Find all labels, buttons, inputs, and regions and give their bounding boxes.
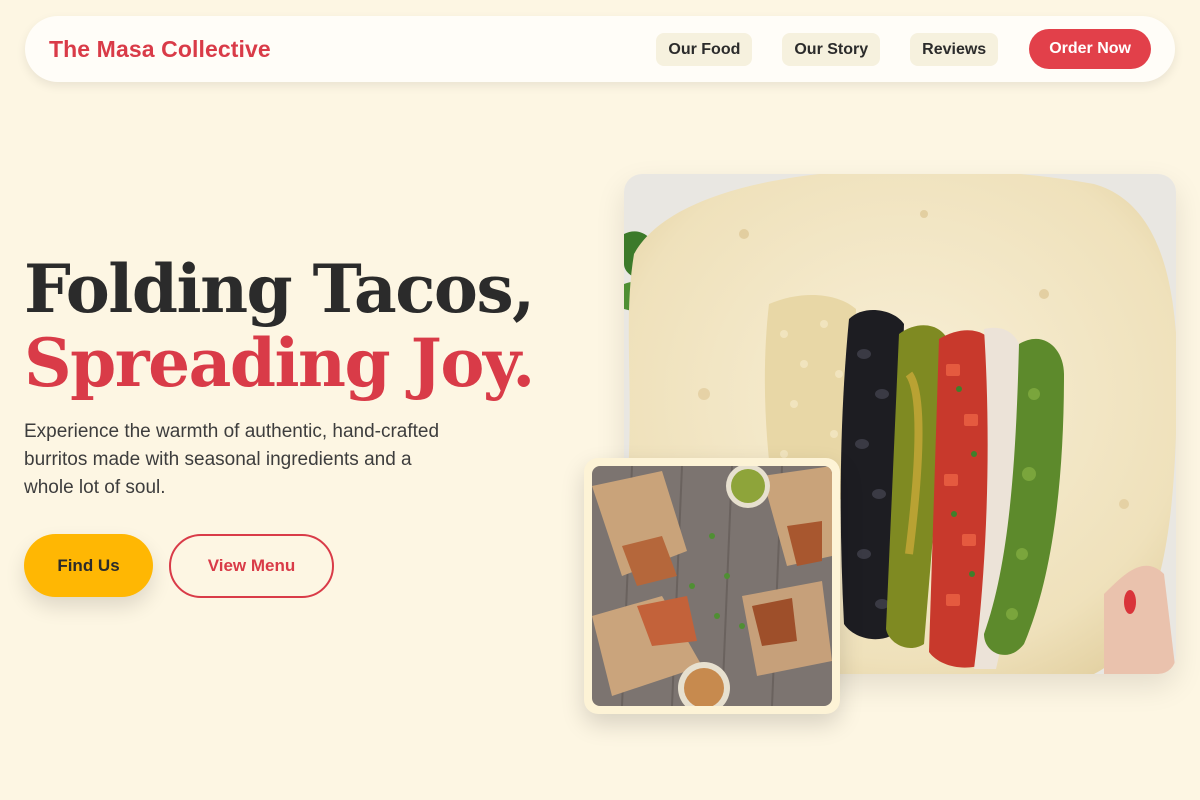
hero-subtitle: Experience the warmth of authentic, hand… — [24, 421, 440, 498]
hero-headline: Folding Tacos, Spreading Joy. — [24, 250, 535, 402]
wrapped-burritos-image — [592, 466, 832, 706]
nav-link-our-food[interactable]: Our Food — [656, 32, 753, 66]
headline-line-1: Folding Tacos, — [24, 250, 535, 328]
nav-link-our-story[interactable]: Our Story — [782, 32, 881, 66]
navbar: The Masa Collective Our Food Our Story R… — [25, 16, 1175, 82]
nav-links: Our Food Our Story Reviews Order Now — [626, 29, 1151, 69]
brand-logo[interactable]: The Masa Collective — [49, 36, 271, 63]
wrapped-burritos-illustration — [592, 466, 832, 706]
find-us-button[interactable]: Find Us — [24, 534, 153, 597]
order-now-button[interactable]: Order Now — [1029, 29, 1151, 69]
secondary-image-frame — [584, 458, 840, 714]
nav-link-reviews[interactable]: Reviews — [910, 32, 999, 66]
headline-line-2: Spreading Joy. — [24, 324, 535, 402]
view-menu-button[interactable]: View Menu — [169, 534, 334, 598]
